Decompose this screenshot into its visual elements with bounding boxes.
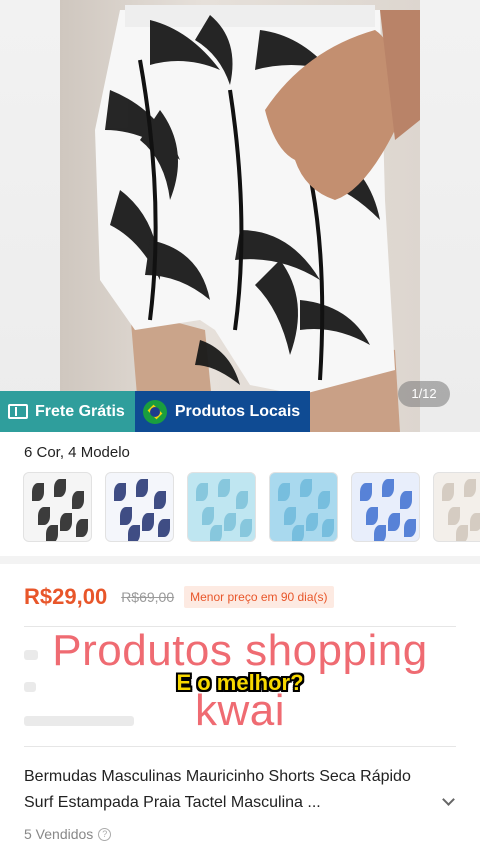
variant-summary[interactable]: 6 Cor, 4 Modelo — [24, 444, 130, 461]
product-image[interactable]: 1/12 — [0, 0, 480, 432]
local-products-label: Produtos Locais — [174, 402, 301, 420]
palm-pattern — [46, 525, 58, 541]
variant-thumbnail[interactable] — [23, 472, 92, 542]
palm-pattern — [360, 483, 372, 501]
palm-pattern — [366, 507, 378, 525]
overlay-title-line1: Produtos shopping — [52, 626, 428, 675]
palm-pattern — [60, 513, 72, 531]
palm-pattern — [120, 507, 132, 525]
palm-pattern — [284, 507, 296, 525]
ticket-icon — [8, 404, 28, 419]
palm-pattern — [400, 491, 412, 509]
free-shipping-label: Frete Grátis — [35, 402, 125, 420]
palm-pattern — [38, 507, 50, 525]
palm-pattern — [196, 483, 208, 501]
palm-pattern — [388, 513, 400, 531]
palm-pattern — [76, 519, 88, 537]
palm-pattern — [72, 491, 84, 509]
palm-pattern — [442, 483, 454, 501]
image-counter: 1/12 — [398, 381, 450, 407]
palm-pattern — [158, 519, 170, 537]
palm-pattern — [210, 525, 222, 541]
local-products-badge: Produtos Locais — [134, 391, 311, 432]
palm-pattern — [464, 479, 476, 497]
palm-pattern — [240, 519, 252, 537]
palm-pattern — [318, 491, 330, 509]
palm-pattern — [278, 483, 290, 501]
palm-pattern — [136, 479, 148, 497]
palm-pattern — [224, 513, 236, 531]
palm-pattern — [154, 491, 166, 509]
palm-pattern — [202, 507, 214, 525]
current-price: R$29,00 — [24, 584, 108, 609]
original-price: R$69,00 — [121, 589, 175, 605]
palm-pattern — [300, 479, 312, 497]
palm-pattern — [114, 483, 126, 501]
palm-pattern — [292, 525, 304, 541]
product-title[interactable]: Bermudas Masculinas Mauricinho Shorts Se… — [24, 764, 444, 816]
palm-pattern — [374, 525, 386, 541]
palm-pattern — [142, 513, 154, 531]
palm-pattern — [322, 519, 334, 537]
help-icon[interactable]: ? — [98, 827, 112, 841]
chevron-down-icon[interactable] — [442, 793, 455, 806]
palm-pattern — [32, 483, 44, 501]
palm-pattern — [218, 479, 230, 497]
sold-count: 5 Vendidos ? — [24, 826, 112, 842]
lowest-price-badge: Menor preço em 90 dia(s) — [184, 586, 334, 608]
palm-pattern — [448, 507, 460, 525]
palm-pattern — [236, 491, 248, 509]
palm-pattern — [54, 479, 66, 497]
variant-thumbnail[interactable] — [269, 472, 338, 542]
shorts-illustration — [95, 5, 420, 432]
palm-pattern — [404, 519, 416, 537]
variant-thumbnails — [23, 472, 480, 542]
video-caption: E o melhor? — [176, 670, 304, 695]
variant-thumbnail[interactable] — [187, 472, 256, 542]
free-shipping-badge: Frete Grátis — [0, 391, 135, 432]
brazil-flag-icon — [142, 399, 167, 424]
divider-line — [24, 746, 456, 747]
section-divider — [0, 556, 480, 564]
price-row: R$29,00 R$69,00 Menor preço em 90 dia(s) — [24, 584, 334, 610]
sold-count-label: 5 Vendidos — [24, 826, 94, 842]
shipping-badges: Frete Grátis Produtos Locais — [0, 391, 311, 432]
palm-pattern — [382, 479, 394, 497]
palm-pattern — [306, 513, 318, 531]
palm-pattern — [128, 525, 140, 541]
palm-pattern — [470, 513, 480, 531]
variant-thumbnail[interactable] — [433, 472, 480, 542]
palm-pattern — [456, 525, 468, 541]
variant-thumbnail[interactable] — [105, 472, 174, 542]
variant-thumbnail[interactable] — [351, 472, 420, 542]
